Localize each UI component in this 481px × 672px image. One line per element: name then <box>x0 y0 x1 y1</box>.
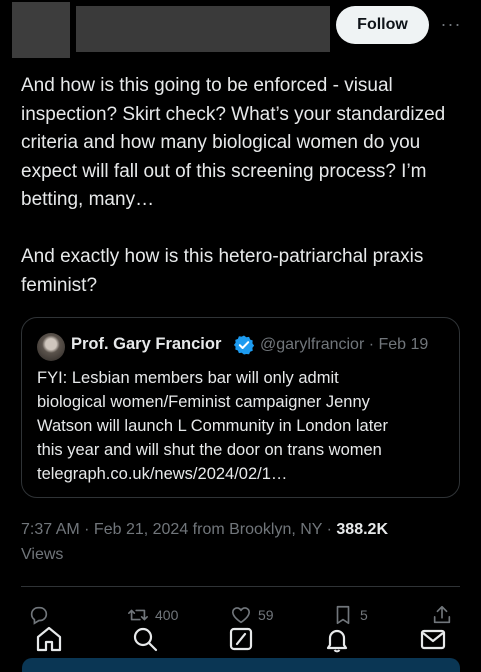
tab-search[interactable] <box>130 624 160 654</box>
quoted-line: FYI: Lesbian members bar will only admit <box>37 369 339 387</box>
divider <box>21 586 460 587</box>
timestamp[interactable]: 7:37 AM · Feb 21, 2024 from Brooklyn, NY… <box>21 521 336 538</box>
tab-notifications[interactable] <box>322 624 352 654</box>
quoted-author-name[interactable]: Prof. Gary Francior <box>71 335 221 354</box>
quoted-handle-date: @garylfrancior · Feb 19 <box>260 336 429 353</box>
verified-badge-icon <box>233 335 255 355</box>
quoted-tweet[interactable]: Prof. Gary Francior @garylfrancior · Feb… <box>21 317 460 498</box>
quoted-author-avatar[interactable] <box>37 333 65 361</box>
more-options-icon[interactable]: ··· <box>437 10 465 38</box>
quoted-line: this year and will shut the door on tran… <box>37 441 382 459</box>
home-icon <box>36 626 62 652</box>
author-avatar-redacted[interactable] <box>12 2 70 58</box>
quoted-link[interactable]: telegraph.co.uk/news/2024/02/1… <box>37 462 447 486</box>
tweet-paragraph: And exactly how is this hetero-patriarch… <box>21 246 424 296</box>
author-name-redacted[interactable] <box>76 6 330 52</box>
tweet-header: Follow ··· <box>0 0 481 58</box>
follow-button[interactable]: Follow <box>336 6 429 44</box>
views-label: Views <box>21 546 64 563</box>
quoted-tweet-text: FYI: Lesbian members bar will only admit… <box>37 366 447 486</box>
tab-messages[interactable] <box>418 624 448 654</box>
bell-icon <box>326 629 348 653</box>
views-count: 388.2K <box>336 521 388 538</box>
mail-icon <box>420 629 446 650</box>
search-icon <box>133 627 158 652</box>
tweet-body: And how is this going to be enforced - v… <box>21 72 466 300</box>
bottom-tab-bar <box>0 620 481 660</box>
tab-home[interactable] <box>34 624 64 654</box>
quoted-line: biological women/Feminist campaigner Jen… <box>37 393 370 411</box>
compose-icon <box>229 627 253 651</box>
tweet-paragraph: And how is this going to be enforced - v… <box>21 75 446 210</box>
reply-composer-bar[interactable] <box>22 658 460 672</box>
tab-compose[interactable] <box>226 624 256 654</box>
tweet-meta: 7:37 AM · Feb 21, 2024 from Brooklyn, NY… <box>21 521 388 539</box>
quoted-line: Watson will launch L Community in London… <box>37 417 388 435</box>
